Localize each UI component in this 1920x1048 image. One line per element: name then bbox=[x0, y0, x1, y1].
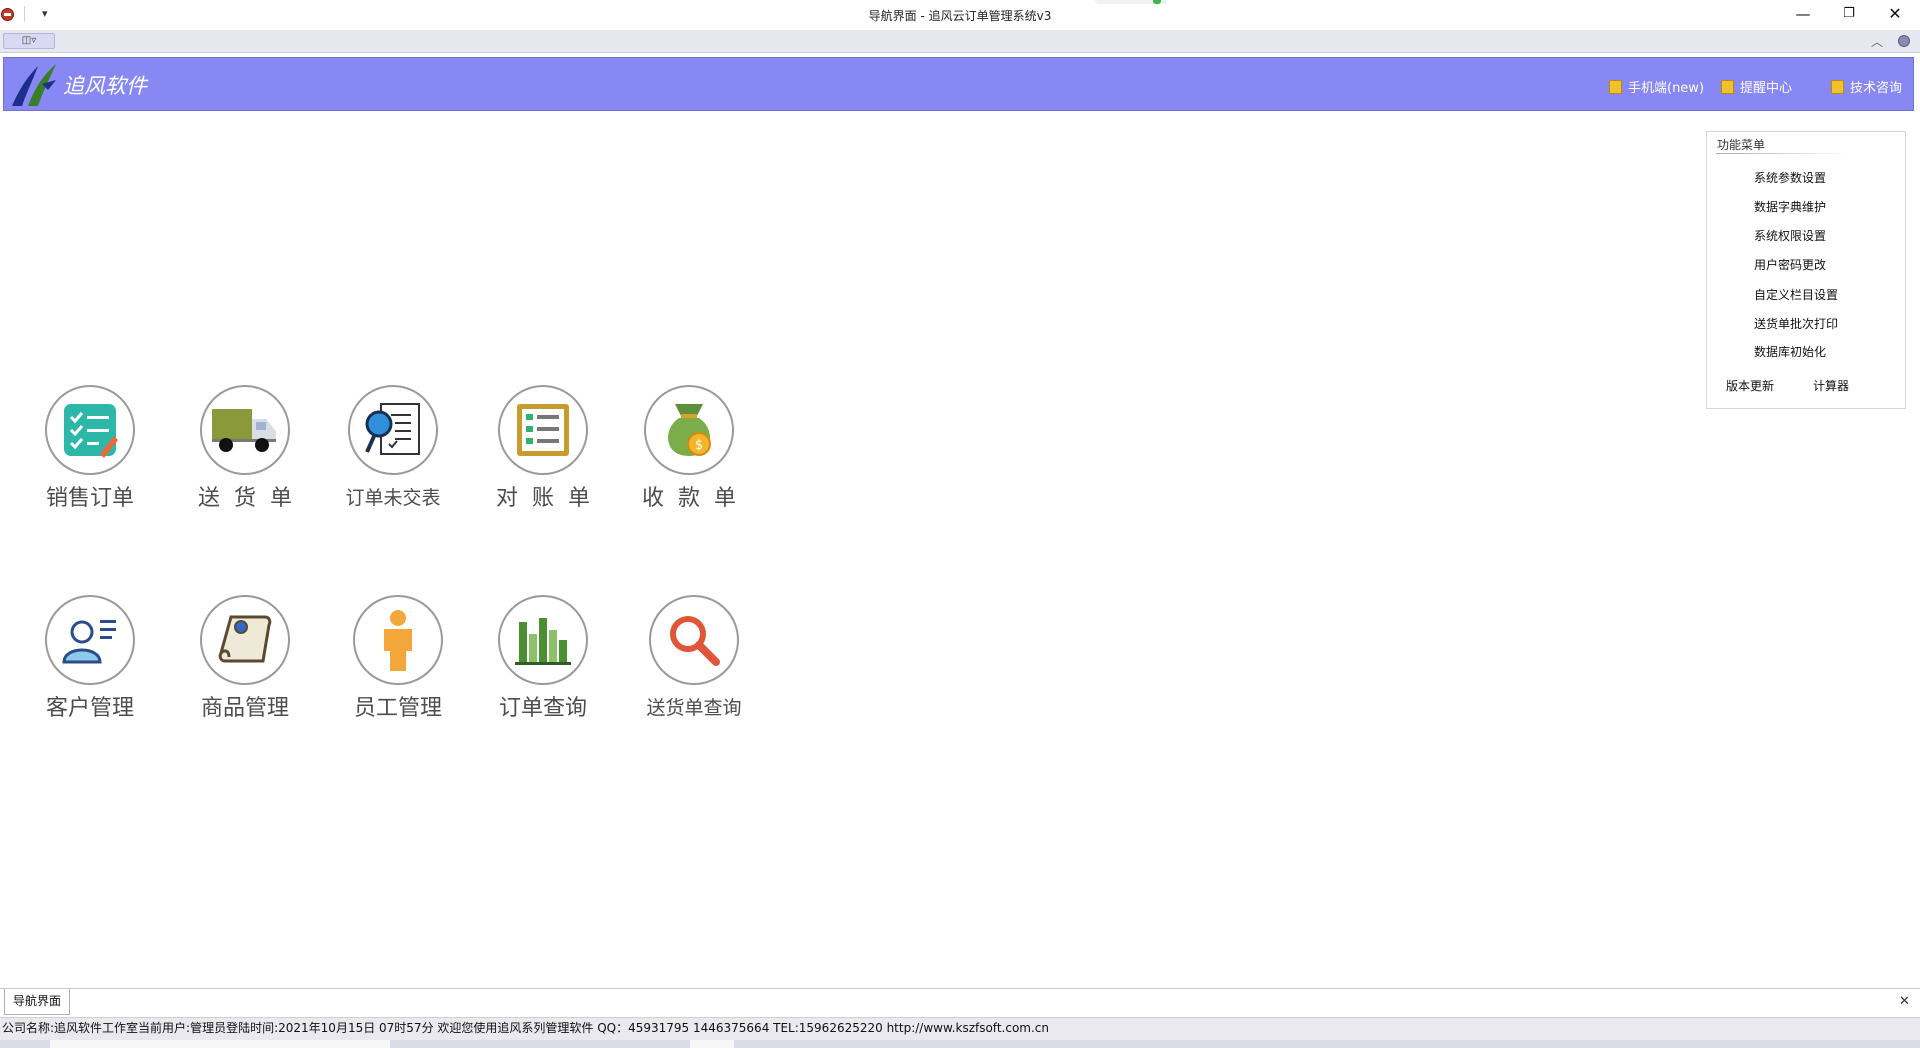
link-tech-label: 技术咨询 bbox=[1850, 81, 1903, 96]
link-reminder-label: 提醒中心 bbox=[1740, 81, 1793, 96]
tile-label: 订单查询 bbox=[498, 696, 587, 721]
tile-label: 客户管理 bbox=[45, 696, 134, 721]
minimize-button[interactable]: — bbox=[1780, 0, 1826, 30]
tile-circle bbox=[498, 385, 588, 475]
ribbon-layout-toggle[interactable]: ◫▿ bbox=[3, 33, 55, 49]
version-update-link[interactable]: 版本更新 bbox=[1726, 377, 1774, 394]
floating-indicator bbox=[1095, 0, 1167, 4]
close-button[interactable]: ✕ bbox=[1872, 0, 1918, 30]
customer-icon bbox=[62, 620, 116, 664]
tab-navigation[interactable]: 导航界面 bbox=[4, 989, 70, 1015]
tile-circle bbox=[353, 595, 443, 685]
link-tech-support[interactable]: 技术咨询 bbox=[1831, 77, 1902, 96]
tile-delivery-query[interactable]: 送货单查询 bbox=[629, 595, 759, 720]
scroll-icon bbox=[218, 615, 272, 663]
tile-label: 收款单 bbox=[641, 486, 750, 511]
tile-employee-management[interactable]: 员工管理 bbox=[333, 595, 463, 722]
tile-unfilled-orders[interactable]: 订单未交表 bbox=[328, 385, 458, 510]
tile-label: 员工管理 bbox=[353, 696, 442, 721]
tile-circle bbox=[649, 595, 739, 685]
title-bar: ▾ 导航界面 - 追风云订单管理系统v3 — ❐ ✕ bbox=[0, 0, 1920, 31]
link-mobile[interactable]: 手机端(new) bbox=[1609, 77, 1704, 96]
tile-circle bbox=[200, 595, 290, 685]
tile-label: 销售订单 bbox=[45, 486, 134, 511]
collapse-ribbon-icon[interactable]: ︿ bbox=[1871, 33, 1883, 50]
logo-text: 追风软件 bbox=[63, 74, 147, 98]
maximize-button[interactable]: ❐ bbox=[1826, 0, 1872, 30]
tile-delivery-note[interactable]: 送货单 bbox=[180, 385, 310, 512]
checklist-icon bbox=[64, 404, 118, 458]
tile-circle: $ bbox=[644, 385, 734, 475]
menu-item-change-password[interactable]: 用户密码更改 bbox=[1754, 256, 1826, 273]
tile-product-management[interactable]: 商品管理 bbox=[180, 595, 310, 722]
menu-item-permissions[interactable]: 系统权限设置 bbox=[1754, 227, 1826, 244]
help-icon[interactable] bbox=[1898, 35, 1910, 47]
tile-receipt[interactable]: $ 收款单 bbox=[624, 385, 754, 512]
tile-customer-management[interactable]: 客户管理 bbox=[25, 595, 155, 722]
function-menu-title: 功能菜单 bbox=[1717, 138, 1766, 152]
tile-label: 送货单 bbox=[197, 486, 306, 511]
menu-item-data-dictionary[interactable]: 数据字典维护 bbox=[1754, 198, 1826, 215]
window-title: 导航界面 - 追风云订单管理系统v3 bbox=[868, 9, 1052, 23]
tile-circle bbox=[45, 595, 135, 685]
calculator-link[interactable]: 计算器 bbox=[1813, 377, 1849, 394]
menu-divider bbox=[1716, 153, 1851, 154]
note-icon bbox=[1721, 80, 1734, 94]
tile-circle bbox=[45, 385, 135, 475]
document-tab-strip: 导航界面 ✕ bbox=[0, 988, 1920, 1017]
ledger-icon bbox=[517, 404, 569, 456]
tile-statement[interactable]: 对账单 bbox=[478, 385, 608, 512]
menu-item-custom-columns[interactable]: 自定义栏目设置 bbox=[1754, 286, 1838, 303]
ribbon-bar: ◫▿ ︿ bbox=[0, 31, 1920, 53]
svg-text:$: $ bbox=[695, 438, 703, 453]
document-search-icon bbox=[365, 403, 420, 455]
close-tab-icon[interactable]: ✕ bbox=[1899, 994, 1910, 1009]
header-banner: 追风软件 手机端(new) 提醒中心 技术咨询 bbox=[3, 57, 1914, 111]
tile-order-query[interactable]: 订单查询 bbox=[478, 595, 608, 722]
status-bar: 公司名称:追风软件工作室当前用户:管理员登陆时间:2021年10月15日 07时… bbox=[0, 1017, 1920, 1040]
tile-sales-order[interactable]: 销售订单 bbox=[25, 385, 155, 512]
magnifier-icon bbox=[670, 616, 720, 666]
tile-label: 商品管理 bbox=[200, 696, 289, 721]
tile-circle bbox=[200, 385, 290, 475]
bar-chart-icon bbox=[515, 618, 571, 665]
menu-item-system-params[interactable]: 系统参数设置 bbox=[1754, 169, 1826, 186]
status-text: 公司名称:追风软件工作室当前用户:管理员登陆时间:2021年10月15日 07时… bbox=[2, 1021, 1049, 1035]
truck-icon bbox=[212, 409, 276, 452]
person-icon bbox=[384, 610, 412, 671]
menu-item-db-init[interactable]: 数据库初始化 bbox=[1754, 343, 1826, 360]
taskbar-segment bbox=[50, 1040, 390, 1048]
menu-item-batch-print[interactable]: 送货单批次打印 bbox=[1754, 315, 1838, 332]
note-icon bbox=[1831, 80, 1844, 94]
money-bag-icon: $ bbox=[668, 404, 711, 456]
tile-circle bbox=[348, 385, 438, 475]
function-menu-panel: 功能菜单 系统参数设置 数据字典维护 系统权限设置 用户密码更改 自定义栏目设置… bbox=[1706, 131, 1906, 409]
tile-label: 送货单查询 bbox=[646, 697, 742, 719]
tile-label: 对账单 bbox=[495, 486, 604, 511]
note-icon bbox=[1609, 80, 1622, 94]
taskbar-segment bbox=[690, 1040, 734, 1048]
tile-circle bbox=[498, 595, 588, 685]
tile-label: 订单未交表 bbox=[345, 487, 441, 509]
logo-icon bbox=[12, 64, 56, 106]
link-mobile-label: 手机端(new) bbox=[1628, 81, 1705, 96]
link-reminder-center[interactable]: 提醒中心 bbox=[1721, 77, 1792, 96]
